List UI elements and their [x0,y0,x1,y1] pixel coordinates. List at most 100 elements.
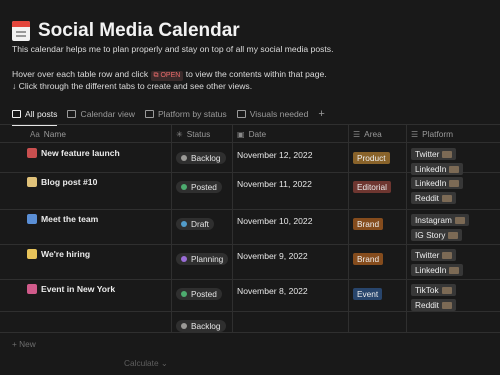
rocket-icon [27,148,37,158]
platform-tag: Reddit [411,192,456,204]
area-tag: Editorial [353,181,391,193]
row-name[interactable]: Meet the team [27,214,98,224]
status-dot [181,256,187,262]
calendar-view-icon [67,110,77,118]
calendar-icon [12,21,30,41]
table-header: Aa Name ✳ Status ▣ Date ☰ Area ☰ Platform [0,125,500,143]
row-name[interactable]: Blog post #10 [27,177,97,187]
tab-all-posts[interactable]: All posts [12,106,58,126]
table-row[interactable]: Blog post #10 Posted November 11, 2022 Ed… [0,173,500,210]
row-name[interactable]: We're hiring [27,249,90,259]
platform-cell[interactable]: LinkedIn Reddit [411,177,464,207]
status-badge: Planning [176,253,229,265]
new-row-button[interactable]: + New [12,339,36,349]
platform-cell[interactable]: TikTok Reddit [411,284,456,314]
area-tag: Product [353,152,390,164]
table-row[interactable]: We're hiring Planning November 9, 2022 Br… [0,245,500,280]
status-property-icon: ✳ [176,129,183,139]
column-name[interactable]: Aa Name [30,125,66,143]
status-cell[interactable]: Planning [176,249,229,267]
column-status[interactable]: ✳ Status [176,125,210,143]
platform-emoji-icon [454,216,465,224]
status-cell[interactable]: Backlog [176,148,226,166]
platform-tag: Reddit [411,299,456,311]
platform-tag: Instagram [411,214,469,226]
tab-calendar-view[interactable]: Calendar view [67,106,135,122]
status-badge: Backlog [176,152,226,164]
status-cell[interactable]: Backlog [176,316,226,334]
area-cell[interactable]: Editorial [353,177,391,195]
platform-cell[interactable]: Twitter LinkedIn [411,249,464,279]
column-date[interactable]: ▣ Date [237,125,266,143]
column-area[interactable]: ☰ Area [353,125,382,143]
calculate-button[interactable]: Calculate ⌄ [124,358,168,368]
platform-emoji-icon [449,266,460,274]
platform-tag: Twitter [411,148,457,160]
area-cell[interactable]: Event [353,284,383,302]
date-cell: November 9, 2022 [237,251,308,261]
status-cell[interactable]: Posted [176,177,222,195]
ticket-icon [27,284,37,294]
board-icon [144,110,154,118]
platform-emoji-icon [442,251,453,259]
area-cell[interactable]: Brand [353,214,384,232]
status-dot [181,291,187,297]
status-cell[interactable]: Draft [176,214,214,232]
view-tabs: All posts Calendar view Platform by stat… [12,106,325,126]
status-badge: Draft [176,218,214,230]
platform-emoji-icon [441,301,452,309]
platform-tag: LinkedIn [411,264,464,276]
platform-emoji-icon [441,194,452,202]
date-cell: November 11, 2022 [237,179,312,189]
row-name[interactable]: Event in New York [27,284,115,294]
status-badge: Posted [176,288,222,300]
page-description: This calendar helps me to plan properly … [12,44,334,54]
multiselect-property-icon: ☰ [411,129,419,139]
area-tag: Event [353,288,383,300]
platform-tag: LinkedIn [411,177,464,189]
area-tag: Brand [353,253,384,265]
platform-emoji-icon [442,150,453,158]
open-chip: ⧉ OPEN [150,71,184,81]
platform-tag: TikTok [411,284,456,296]
area-tag: Brand [353,218,384,230]
platform-emoji-icon [449,179,460,187]
status-badge: Backlog [176,320,226,332]
sparkle-icon [27,249,37,259]
page-title: Social Media Calendar [38,20,240,41]
page-instructions: Hover over each table row and click ⧉ OP… [12,69,327,81]
platform-emoji-icon [441,286,452,294]
tab-visuals-needed[interactable]: Visuals needed [236,106,308,122]
page-hint: ↓ Click through the different tabs to cr… [12,81,253,91]
date-cell: November 10, 2022 [237,216,313,226]
table-row[interactable]: Event in New York Posted November 8, 2022… [0,280,500,312]
platform-cell[interactable]: Instagram IG Story [411,214,469,244]
status-dot [181,221,187,227]
platform-tag: Twitter [411,249,457,261]
column-platform[interactable]: ☰ Platform [411,125,453,143]
area-cell[interactable]: Product [353,148,390,166]
date-cell: November 8, 2022 [237,286,308,296]
status-dot [181,155,187,161]
area-cell[interactable]: Brand [353,249,384,267]
table-icon [12,110,21,118]
platform-emoji-icon [449,165,460,173]
platform-tag: IG Story [411,229,463,241]
text-property-icon: Aa [30,129,40,139]
status-dot [181,184,187,190]
tab-platform-by-status[interactable]: Platform by status [144,106,227,122]
table-row[interactable]: Meet the team Draft November 10, 2022 Bra… [0,210,500,245]
memo-icon [27,177,37,187]
date-property-icon: ▣ [237,129,245,139]
row-name[interactable]: New feature launch [27,148,120,158]
people-icon [27,214,37,224]
add-view-button[interactable]: + [318,108,324,120]
gallery-icon [236,110,246,118]
status-badge: Posted [176,181,222,193]
table-row[interactable]: Backlog [0,312,500,333]
table-row[interactable]: New feature launch Backlog November 12, 2… [0,144,500,175]
platform-emoji-icon [448,231,459,239]
page-header: Social Media Calendar [12,20,240,42]
status-cell[interactable]: Posted [176,284,222,302]
select-property-icon: ☰ [353,129,361,139]
